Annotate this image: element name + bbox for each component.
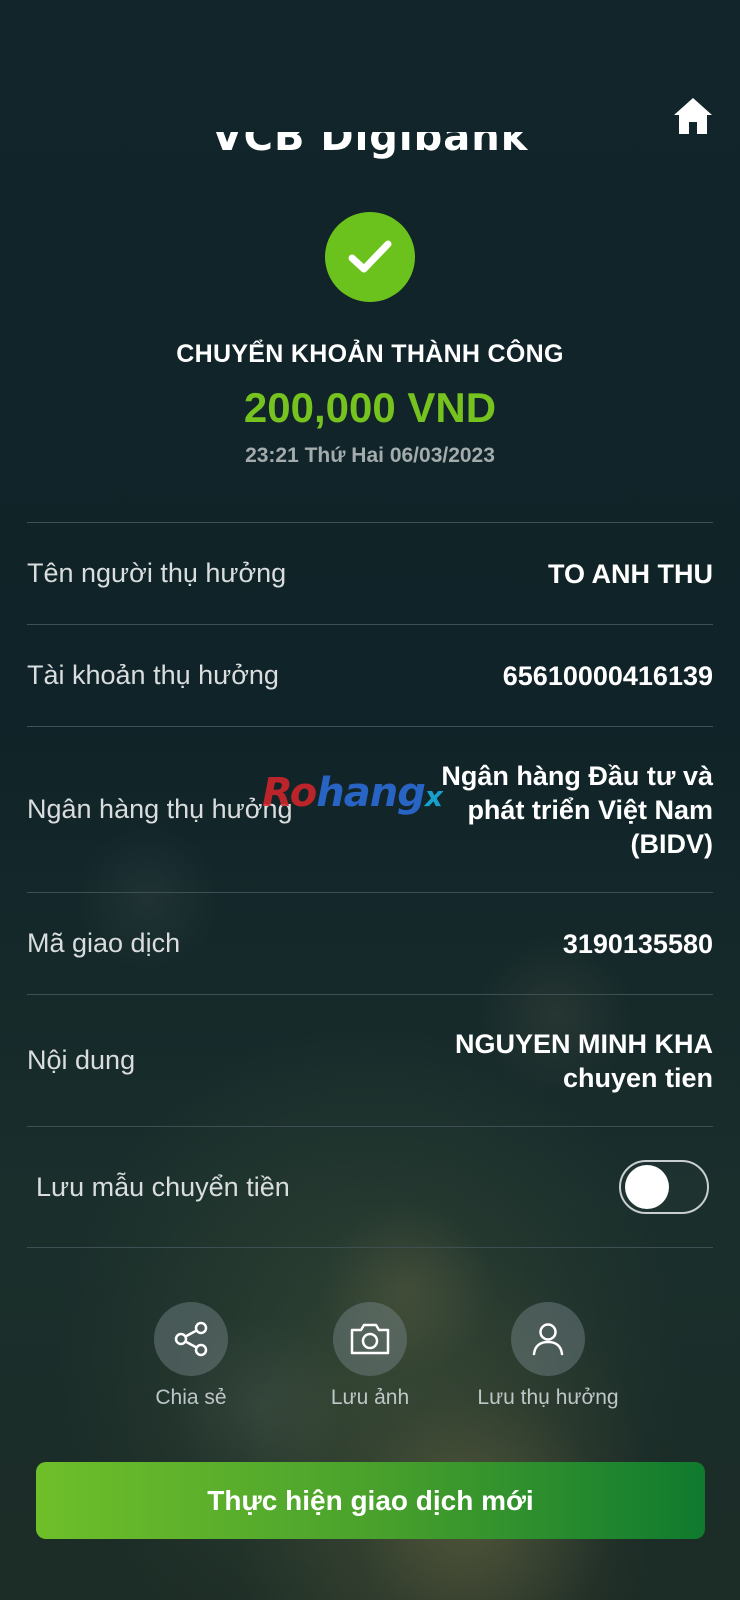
detail-label: Tài khoản thụ hưởng: [27, 660, 279, 690]
detail-value: 3190135580: [562, 928, 713, 959]
share-button[interactable]: Chia sẻ: [101, 1302, 281, 1410]
share-icon-wrap: [154, 1302, 228, 1376]
detail-row-beneficiary-account: Tài khoản thụ hưởng 65610000416139: [27, 624, 713, 726]
user-icon: [532, 1323, 564, 1356]
save-template-toggle[interactable]: [619, 1160, 709, 1214]
detail-label: Nội dung: [27, 1045, 136, 1075]
detail-label: Ngân hàng thụ hưởng: [27, 794, 293, 824]
detail-value: 65610000416139: [502, 660, 713, 691]
detail-row-beneficiary-name: Tên người thụ hưởng TO ANH THU: [27, 522, 713, 624]
save-beneficiary-label: Lưu thụ hưởng: [477, 1386, 619, 1409]
detail-row-content: Nội dung NGUYEN MINH KHA chuyen tien: [27, 994, 713, 1126]
transfer-details: Tên người thụ hưởng TO ANH THU Tài khoản…: [27, 522, 713, 1248]
quick-actions: Chia sẻ Lưu ảnh Lưu thụ hưởng: [0, 1302, 740, 1422]
toggle-knob: [625, 1165, 669, 1209]
save-beneficiary-button[interactable]: Lưu thụ hưởng: [458, 1302, 638, 1410]
home-icon: [674, 98, 712, 134]
save-template-label: Lưu mẫu chuyển tiền: [36, 1171, 290, 1202]
detail-value: NGUYEN MINH KHA chuyen tien: [454, 1028, 713, 1093]
camera-icon: [350, 1323, 390, 1355]
bank-logo: VCB Digibank: [0, 132, 740, 162]
transfer-datetime: 23:21 Thứ Hai 06/03/2023: [245, 444, 495, 467]
new-transaction-button[interactable]: Thực hiện giao dịch mới: [36, 1462, 705, 1539]
save-template-row: Lưu mẫu chuyển tiền: [27, 1126, 713, 1248]
camera-icon-wrap: [333, 1302, 407, 1376]
status-title: CHUYỂN KHOẢN THÀNH CÔNG: [176, 340, 564, 368]
home-button[interactable]: [672, 96, 714, 136]
user-icon-wrap: [511, 1302, 585, 1376]
detail-value: Ngân hàng Đầu tư và phát triển Việt Nam …: [441, 760, 713, 859]
save-image-button[interactable]: Lưu ảnh: [280, 1302, 460, 1410]
detail-row-beneficiary-bank: Ngân hàng thụ hưởng Ngân hàng Đầu tư và …: [27, 726, 713, 892]
check-icon: [348, 240, 392, 273]
detail-row-transaction-id: Mã giao dịch 3190135580: [27, 892, 713, 994]
detail-value: TO ANH THU: [548, 558, 713, 589]
transfer-success-screen: VCB Digibank CHUYỂN KHOẢN THÀNH CÔNG 200…: [0, 0, 740, 1600]
detail-label: Tên người thụ hưởng: [27, 558, 287, 588]
detail-label: Mã giao dịch: [27, 928, 181, 958]
transfer-amount: 200,000 VND: [243, 384, 497, 431]
success-check-badge: [325, 212, 415, 302]
share-icon: [174, 1321, 208, 1357]
save-image-label: Lưu ảnh: [330, 1386, 410, 1409]
bank-logo-text: VCB Digibank: [211, 132, 529, 160]
share-label: Chia sẻ: [155, 1386, 227, 1409]
